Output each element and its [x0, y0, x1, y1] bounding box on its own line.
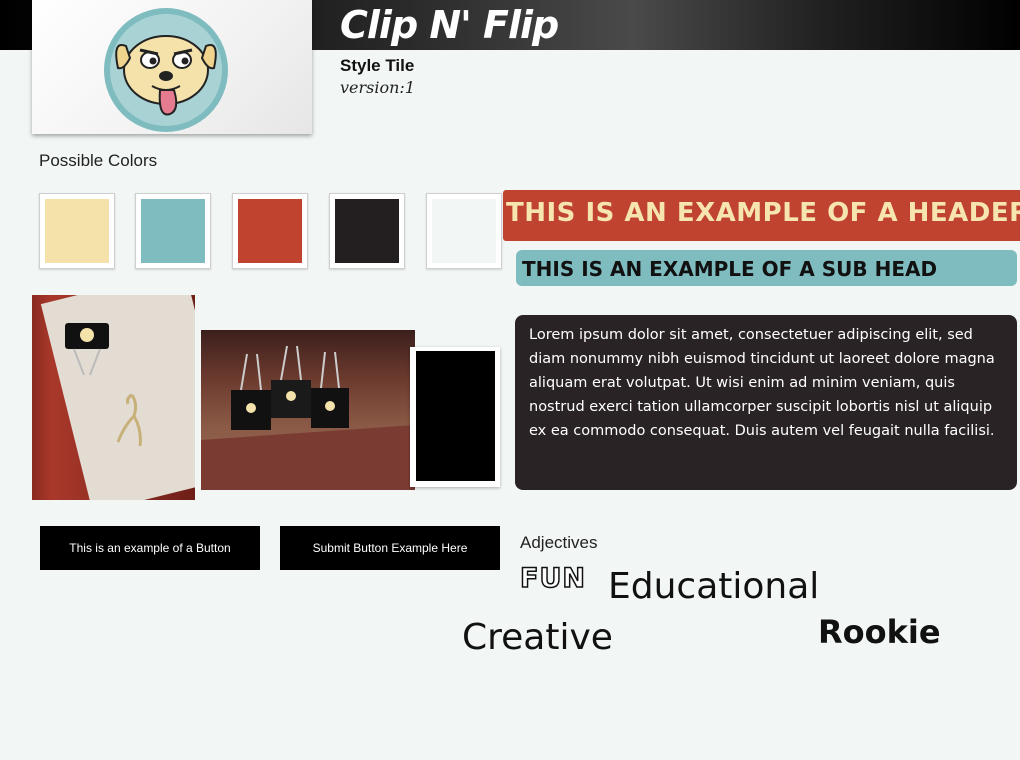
photo-black-frame — [410, 347, 500, 487]
swatch-chip — [238, 199, 302, 263]
swatch-chip — [45, 199, 109, 263]
swatch-chip — [432, 199, 496, 263]
subhead-example-text: This is an example of a sub head — [522, 257, 938, 281]
colors-label: Possible Colors — [39, 151, 158, 170]
swatch-chip — [335, 199, 399, 263]
binder-clip-icon — [65, 323, 109, 376]
dog-charm-icon — [116, 393, 142, 447]
adjective-fun: FUN — [519, 562, 586, 595]
adjective-rookie: Rookie — [818, 613, 941, 651]
logo-card — [32, 0, 312, 134]
submit-button[interactable]: Submit Button Example Here — [280, 526, 500, 570]
header-example-text: This is an example of a header — [506, 198, 1020, 228]
app-title: Clip N' Flip — [340, 3, 559, 47]
black-photo — [416, 351, 495, 481]
color-swatch — [426, 193, 502, 269]
example-button[interactable]: This is an example of a Button — [40, 526, 260, 570]
swatch-chip — [141, 199, 205, 263]
body-text-box: Lorem ipsum dolor sit amet, consectetuer… — [515, 315, 1017, 490]
page-subtitle: Style Tile — [340, 56, 415, 75]
adjective-creative: Creative — [462, 617, 613, 658]
binder-clips-icon — [201, 345, 415, 490]
color-swatch — [39, 193, 115, 269]
photo-binder-clips — [201, 330, 415, 490]
body-text: Lorem ipsum dolor sit amet, consectetuer… — [529, 327, 995, 439]
subhead-example: This is an example of a sub head — [516, 250, 1017, 286]
color-swatch — [232, 193, 308, 269]
photo-clip-paper — [32, 295, 195, 500]
header-example: This is an example of a header — [503, 190, 1020, 241]
dog-logo-icon — [104, 8, 228, 132]
adjectives-label: Adjectives — [520, 533, 598, 552]
color-swatch — [135, 193, 211, 269]
adjective-educational: Educational — [608, 566, 820, 607]
version-label: version:1 — [340, 78, 415, 97]
color-swatch — [329, 193, 405, 269]
